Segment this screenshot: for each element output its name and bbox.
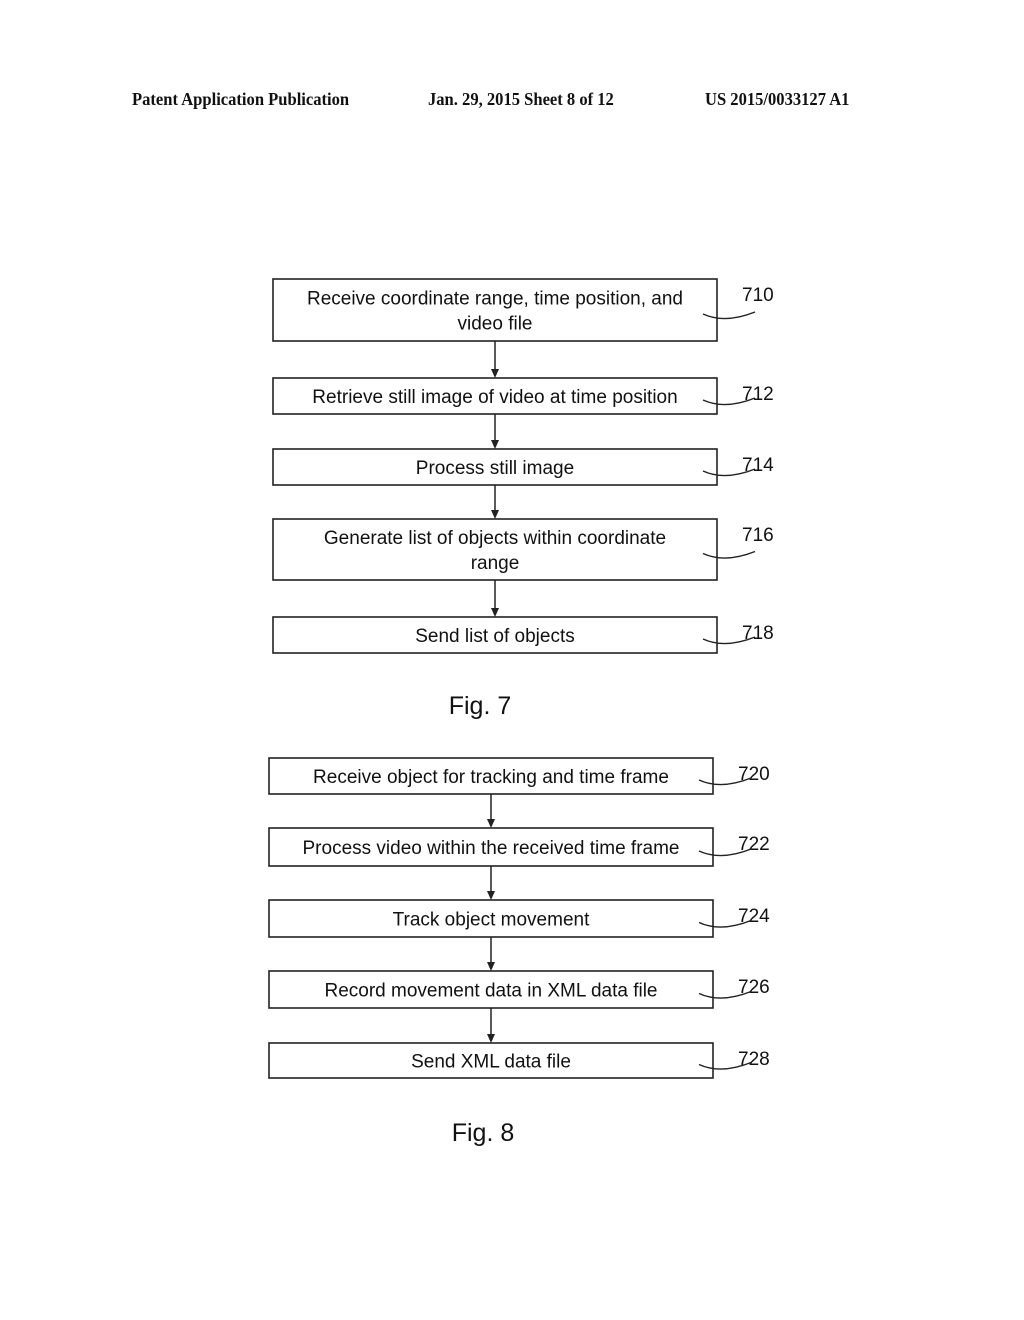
- flow-arrow: [487, 866, 495, 900]
- flow-arrow: [491, 341, 499, 378]
- step-728: Send XML data file 728: [268, 1042, 770, 1079]
- step-722: Process video within the received time f…: [268, 827, 770, 867]
- step-714: Process still image 714: [272, 448, 774, 486]
- reference-number: 714: [742, 455, 774, 476]
- step-label: Send XML data file: [411, 1052, 571, 1073]
- step-label: Process still image: [416, 458, 574, 479]
- reference-number: 716: [742, 525, 774, 546]
- step-label: Send list of objects: [415, 626, 574, 647]
- step-label: Generate list of objects within coordina…: [324, 528, 666, 549]
- flow-arrow: [491, 580, 499, 617]
- step-label: Receive coordinate range, time position,…: [307, 289, 683, 310]
- step-label: video file: [458, 314, 533, 335]
- step-712: Retrieve still image of video at time po…: [272, 377, 774, 415]
- reference-number: 718: [742, 623, 774, 644]
- step-label: range: [471, 553, 520, 574]
- figure-7: Receive coordinate range, time position,…: [272, 278, 774, 720]
- step-label: Receive object for tracking and time fra…: [313, 767, 669, 788]
- step-710: Receive coordinate range, time position,…: [272, 278, 774, 342]
- step-label: Track object movement: [393, 910, 590, 931]
- figure-8: Receive object for tracking and time fra…: [268, 757, 770, 1147]
- step-label: Retrieve still image of video at time po…: [312, 387, 677, 408]
- figure-caption: Fig. 7: [449, 692, 512, 720]
- step-718: Send list of objects 718: [272, 616, 774, 654]
- step-724: Track object movement 724: [268, 899, 770, 938]
- step-726: Record movement data in XML data file 726: [268, 970, 770, 1009]
- reference-number: 710: [742, 285, 774, 306]
- step-label: Record movement data in XML data file: [324, 981, 657, 1002]
- reference-number: 712: [742, 384, 774, 405]
- flow-arrow: [487, 794, 495, 828]
- step-label: Process video within the received time f…: [303, 838, 680, 859]
- step-716: Generate list of objects within coordina…: [272, 518, 774, 581]
- flow-arrow: [491, 414, 499, 449]
- flowchart-diagram: Receive coordinate range, time position,…: [268, 278, 774, 1147]
- reference-number: 720: [738, 764, 770, 785]
- flow-arrow: [487, 1008, 495, 1043]
- reference-number: 728: [738, 1049, 770, 1070]
- figure-caption: Fig. 8: [452, 1119, 515, 1147]
- step-720: Receive object for tracking and time fra…: [268, 757, 770, 795]
- flow-arrow: [487, 937, 495, 971]
- flow-arrow: [491, 485, 499, 519]
